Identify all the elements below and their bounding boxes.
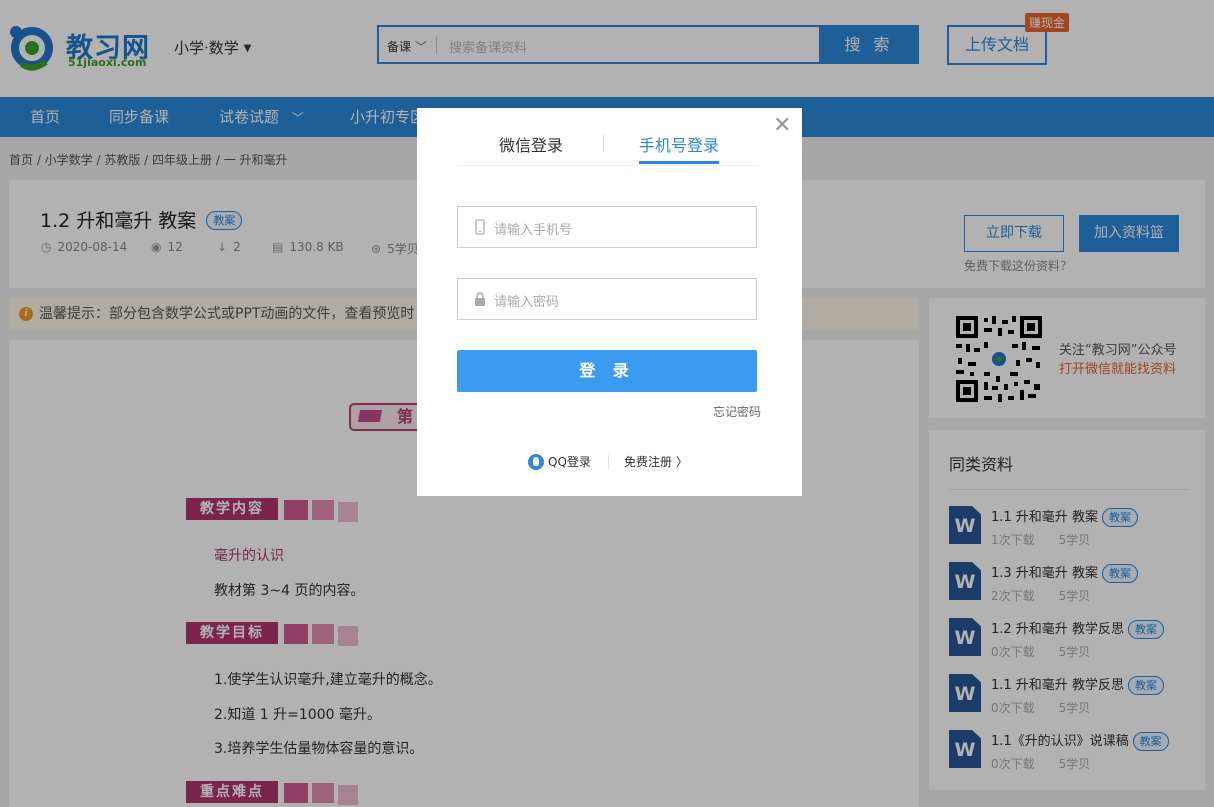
phone-input[interactable]: 请输入手机号: [457, 206, 757, 248]
footer-divider: [608, 455, 609, 469]
tab-wechat-login[interactable]: 微信登录: [499, 132, 563, 156]
tab-divider: [603, 134, 604, 152]
register-link[interactable]: 免费注册 〉: [624, 453, 688, 470]
tab-baseline: [457, 165, 759, 166]
forgot-password-link[interactable]: 忘记密码: [713, 403, 761, 420]
phone-icon: [475, 219, 485, 235]
login-modal: ✕ 微信登录 手机号登录 请输入手机号 请输入密码 登 录 忘记密码 QQ登录 …: [417, 108, 802, 496]
phone-placeholder: 请输入手机号: [494, 223, 573, 238]
tab-phone-login[interactable]: 手机号登录: [639, 132, 719, 156]
qq-login-link[interactable]: QQ登录: [528, 453, 591, 470]
qq-icon: [528, 454, 544, 470]
password-placeholder: 请输入密码: [494, 295, 560, 310]
login-button[interactable]: 登 录: [457, 350, 757, 392]
lock-icon: [475, 292, 485, 306]
close-icon[interactable]: ✕: [773, 115, 791, 137]
qq-login-label: QQ登录: [548, 455, 591, 469]
active-tab-indicator: [639, 161, 719, 164]
password-input[interactable]: 请输入密码: [457, 278, 757, 320]
